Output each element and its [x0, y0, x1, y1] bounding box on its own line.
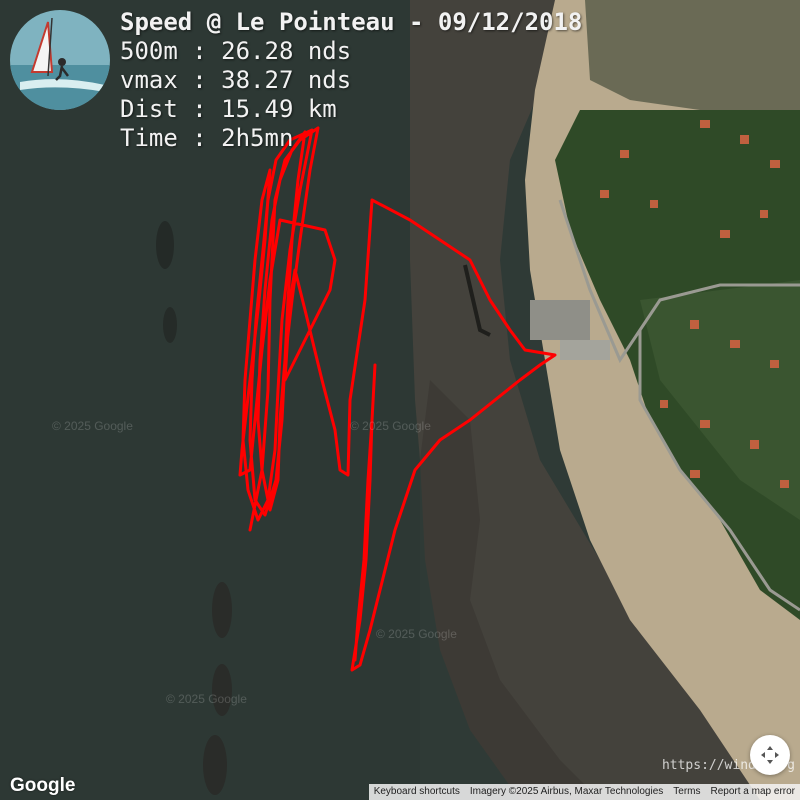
map-attribution: Keyboard shortcuts Imagery ©2025 Airbus,… — [368, 784, 800, 800]
map-watermark: © 2025 Google — [350, 419, 431, 433]
map-watermark: © 2025 Google — [52, 419, 133, 433]
session-time: Time : 2h5mn — [120, 124, 294, 152]
map-watermark: © 2025 Google — [166, 692, 247, 706]
map-watermark: © 2025 Google — [376, 627, 457, 641]
terms-link[interactable]: Terms — [668, 784, 705, 800]
report-map-error-link[interactable]: Report a map error — [706, 784, 800, 800]
compass-arrows-icon[interactable] — [750, 735, 790, 775]
keyboard-shortcuts-link[interactable]: Keyboard shortcuts — [369, 784, 465, 800]
speed-500m: 500m : 26.28 nds — [120, 37, 352, 65]
satellite-map[interactable]: Speed @ Le Pointeau - 09/12/2018 500m : … — [0, 0, 800, 800]
distance: Dist : 15.49 km — [120, 95, 337, 123]
session-title: Speed @ Le Pointeau - 09/12/2018 — [120, 8, 583, 36]
session-stats: Speed @ Le Pointeau - 09/12/2018 500m : … — [120, 8, 582, 153]
windsurfer-avatar — [10, 10, 110, 110]
google-logo: Google — [10, 775, 76, 796]
imagery-credit: Imagery ©2025 Airbus, Maxar Technologies — [469, 786, 664, 797]
max-speed: vmax : 38.27 nds — [120, 66, 352, 94]
